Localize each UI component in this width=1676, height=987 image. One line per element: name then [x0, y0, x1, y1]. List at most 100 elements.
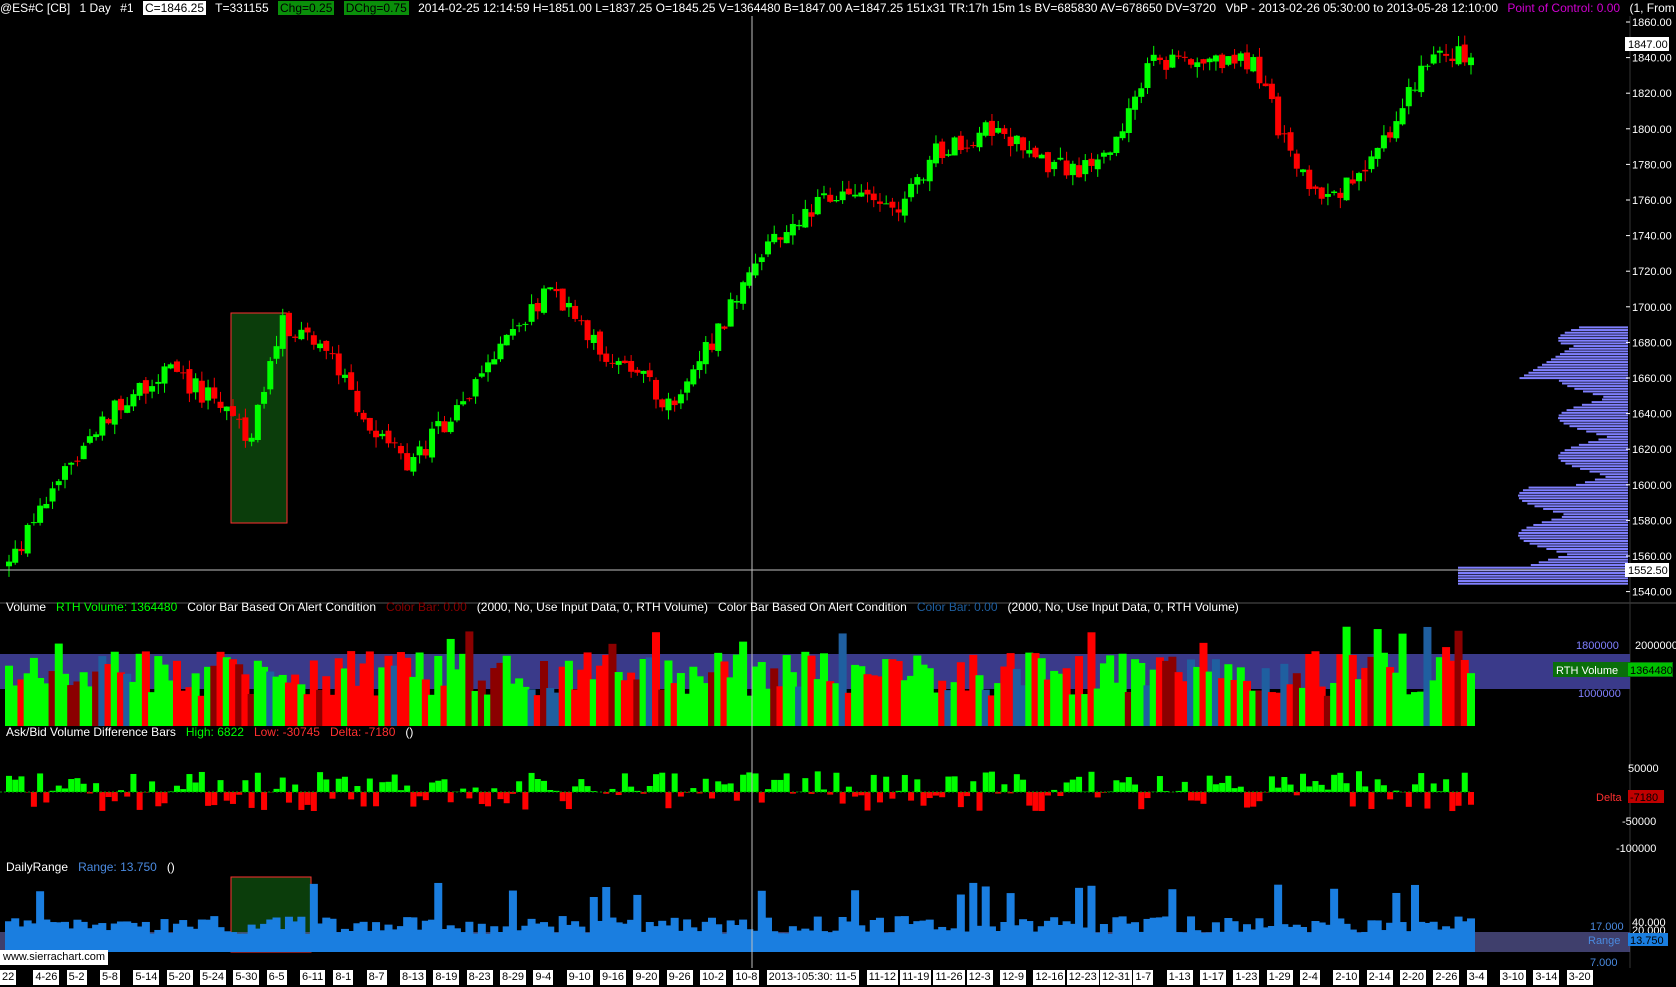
delta-low: Low: -30745	[253, 725, 320, 739]
candle-body	[572, 305, 579, 319]
study2-title: Color Bar Based On Alert Condition	[718, 600, 907, 614]
candle-body	[1293, 153, 1300, 169]
delta-bar	[1424, 792, 1431, 809]
candle-body	[677, 394, 684, 404]
candle-body	[93, 434, 100, 438]
date-label: 12-9	[1000, 970, 1027, 985]
chart-canvas[interactable]: 1860.00 1840.00 1820.00 1800.00 1780.00 1760.…	[0, 0, 1676, 987]
delta-bar	[932, 792, 939, 796]
candle-body	[1225, 56, 1232, 65]
delta-scale-50000: 50000	[1628, 763, 1659, 775]
candle-body	[1076, 165, 1083, 178]
date-label: 3-10	[1500, 970, 1527, 985]
volume-scale-1800000: 1800000	[1576, 640, 1619, 652]
candle-body	[1144, 63, 1151, 88]
delta-bar	[957, 792, 964, 808]
delta-bar	[136, 792, 143, 810]
candle-body	[397, 445, 404, 454]
delta-bar	[1455, 792, 1462, 806]
candle-body	[1150, 54, 1157, 61]
profile-row	[1538, 561, 1628, 564]
delta-bar	[205, 792, 212, 806]
candle-body	[236, 418, 243, 420]
profile-row	[1603, 395, 1628, 398]
profile-row	[1577, 427, 1628, 430]
candle-body	[970, 145, 977, 147]
candle-body	[1300, 169, 1307, 173]
delta-panel-title[interactable]: Ask/Bid Volume Difference Bars High: 682…	[6, 725, 413, 739]
delta-bar	[173, 785, 180, 792]
delta-bar	[485, 792, 492, 807]
range-bar	[1466, 918, 1475, 952]
delta-bar	[1038, 792, 1045, 812]
date-label: 8-23	[466, 970, 493, 985]
candle-body	[746, 272, 753, 286]
candle-body	[1430, 54, 1437, 64]
date-label: 9-16	[600, 970, 627, 985]
delta-badge-label: Delta	[1596, 792, 1623, 804]
candle-body	[1026, 150, 1033, 154]
date-label: 1-29	[1266, 970, 1293, 985]
candle-body	[1387, 132, 1394, 138]
candle-body	[335, 353, 342, 376]
range-value: Range: 13.750	[78, 860, 157, 874]
delta-bar	[727, 783, 734, 792]
volume-panel-title[interactable]: Volume RTH Volume: 1364480 Color Bar Bas…	[6, 600, 1239, 614]
candle-body	[373, 430, 380, 438]
profile-row	[1580, 467, 1628, 470]
delta-bar	[192, 782, 199, 792]
delta-bar	[43, 792, 50, 803]
delta-bar	[404, 785, 411, 792]
delta-bar	[242, 780, 249, 792]
profile-row	[1566, 409, 1628, 412]
date-label: 5-24	[200, 970, 227, 985]
candle-body	[988, 120, 995, 136]
profile-row	[1530, 564, 1628, 567]
candle-body	[820, 193, 827, 196]
candle-body	[161, 366, 168, 384]
profile-row	[1519, 377, 1628, 380]
rth-volume-value: RTH Volume: 1364480	[56, 600, 178, 614]
delta-bar	[1076, 776, 1083, 792]
delta-bar	[914, 779, 921, 792]
delta-bar	[926, 792, 933, 799]
profile-row	[1560, 353, 1628, 356]
profile-row	[1606, 435, 1628, 438]
candle-body	[1051, 161, 1058, 170]
candle-body	[584, 320, 591, 341]
candle-body	[1436, 50, 1443, 53]
candle-body	[12, 548, 19, 563]
delta-bar	[1300, 773, 1307, 792]
candle-body	[914, 177, 921, 185]
delta-bar	[852, 792, 859, 797]
delta-bar	[1013, 774, 1020, 792]
candle-body	[1455, 46, 1462, 65]
delta-bar	[491, 788, 498, 792]
delta-bar	[939, 792, 946, 798]
price-scale-label: 1540.00	[1632, 587, 1672, 599]
candle-body	[167, 364, 174, 369]
candle-body	[995, 128, 1002, 133]
candle-body	[1362, 169, 1369, 172]
delta-bar	[105, 792, 112, 798]
range-panel-title[interactable]: DailyRange Range: 13.750 ()	[6, 860, 175, 874]
candle-body	[149, 386, 156, 392]
candle-body	[1405, 87, 1412, 107]
candle-body	[30, 522, 37, 524]
candle-body	[385, 430, 392, 444]
delta-bar	[1144, 792, 1151, 799]
candle-body	[1107, 152, 1114, 155]
candle-body	[248, 437, 255, 442]
candle-body	[615, 361, 622, 365]
price-scale-label: 1740.00	[1632, 231, 1672, 243]
candle-body	[124, 405, 131, 413]
candle-body	[198, 380, 205, 403]
profile-row	[1458, 582, 1628, 585]
profile-row	[1551, 358, 1628, 361]
delta-bar	[752, 773, 759, 792]
candle-body	[1287, 132, 1294, 151]
date-label: 5-20	[166, 970, 193, 985]
date-label: 1-17	[1200, 970, 1227, 985]
delta-bar	[1181, 781, 1188, 792]
delta-bar	[541, 780, 548, 792]
